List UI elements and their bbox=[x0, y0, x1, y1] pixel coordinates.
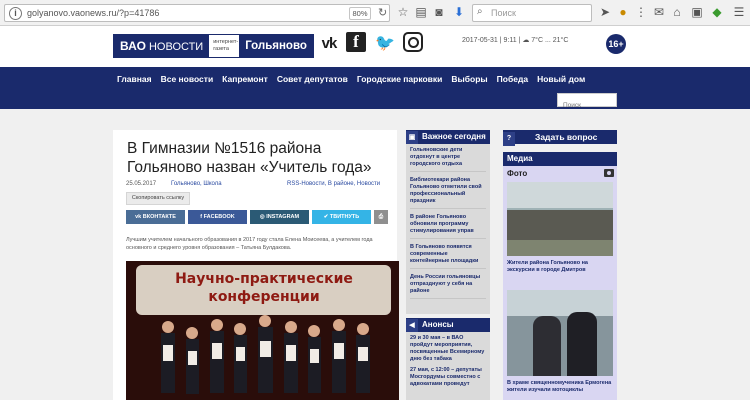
site-logo[interactable]: ВАО НОВОСТИ интернет-газета Гольяново bbox=[113, 34, 314, 58]
media-heading: Медиа bbox=[503, 152, 617, 166]
article-lead: Лучшим учителем начального образования в… bbox=[126, 237, 373, 251]
nav-item[interactable]: Капремонт bbox=[222, 74, 268, 84]
today-news-item[interactable]: Гольяновские дети отдохнут в центре горо… bbox=[410, 147, 486, 172]
browser-search-placeholder: Поиск bbox=[491, 8, 516, 18]
media-box: Фото Жители района Гольяново на экскурси… bbox=[503, 166, 617, 400]
vk-icon[interactable]: vk bbox=[317, 32, 341, 54]
pocket-icon[interactable]: ◙ bbox=[432, 5, 446, 19]
announcement-item[interactable]: 27 мая, с 12:00 – депутаты Мосгордумы со… bbox=[410, 367, 486, 388]
nav-item[interactable]: Выборы bbox=[451, 74, 487, 84]
article-title: В Гимназии №1516 района Гольяново назван… bbox=[127, 140, 372, 176]
today-news-item[interactable]: В Гольяново появятся современные контейн… bbox=[410, 244, 486, 269]
media-caption[interactable]: Жители района Гольяново на экскурсии в г… bbox=[507, 260, 613, 274]
nav-item[interactable]: Главная bbox=[117, 74, 152, 84]
today-news-item[interactable]: В районе Гольяново обновили программу ст… bbox=[410, 214, 486, 239]
zoom-level[interactable]: 80% bbox=[349, 7, 371, 20]
nav-item[interactable]: Победа bbox=[497, 74, 528, 84]
nav-item[interactable]: Городские парковки bbox=[357, 74, 443, 84]
lock-icon[interactable]: ▣ bbox=[690, 5, 704, 19]
addon-icon[interactable]: ◆ bbox=[710, 5, 724, 19]
vk-icon: vk bbox=[135, 214, 143, 220]
site-search[interactable] bbox=[557, 93, 617, 112]
article-photo[interactable]: Научно-практические конференции bbox=[126, 261, 399, 400]
share-vk-button[interactable]: vk ВКОНТАКТЕ bbox=[126, 210, 185, 224]
today-news-item[interactable]: Библиотекари района Гольяново отметили с… bbox=[410, 177, 486, 209]
article-tags[interactable]: Гольяново, Школа bbox=[171, 181, 222, 187]
announcements-list: 29 и 30 мая – в ВАО пройдут мероприятия,… bbox=[406, 332, 490, 400]
mail-icon[interactable]: ✉ bbox=[652, 5, 666, 19]
library-icon[interactable]: ▤ bbox=[414, 5, 428, 19]
share-instagram-button[interactable]: ◎ INSTAGRAM bbox=[250, 210, 309, 224]
info-icon: ▣ bbox=[406, 131, 418, 145]
print-button[interactable]: ⎙ bbox=[374, 210, 388, 224]
menu-dots-icon[interactable]: ⋮ bbox=[634, 5, 648, 19]
nav-list: Главная Все новости Капремонт Совет депутат… bbox=[117, 74, 585, 84]
media-caption[interactable]: В храме священномученика Ермогена жители… bbox=[507, 380, 613, 394]
weather-widget: 2017-05-31 | 9:11 | ☁ 7°C ... 21°C bbox=[462, 37, 569, 44]
address-bar[interactable]: i golyanovo.vaonews.ru/?p=41786 80% ↻ bbox=[4, 4, 390, 22]
send-icon[interactable]: ➤ bbox=[598, 5, 612, 19]
info-icon[interactable]: i bbox=[9, 7, 22, 20]
article-date: 25.05.2017 bbox=[126, 181, 157, 187]
instagram-icon[interactable] bbox=[403, 32, 423, 52]
browser-search-box[interactable]: ⌕ Поиск bbox=[472, 4, 592, 22]
media-thumbnail[interactable] bbox=[507, 290, 613, 376]
article: В Гимназии №1516 района Гольяново назван… bbox=[113, 130, 399, 400]
nav-item[interactable]: Новый дом bbox=[537, 74, 585, 84]
extension-icon[interactable]: ● bbox=[616, 5, 630, 19]
twitter-icon[interactable]: 🐦 bbox=[375, 32, 395, 54]
article-categories[interactable]: RSS-Новости, В районе, Новости bbox=[287, 181, 380, 187]
nav-item[interactable]: Все новости bbox=[161, 74, 214, 84]
hamburger-menu-icon[interactable]: ☰ bbox=[732, 5, 746, 19]
today-heading: ▣ Важное сегодня bbox=[406, 130, 490, 145]
copy-link-button[interactable]: Скопировать ссылку bbox=[126, 192, 190, 205]
facebook-icon[interactable]: f bbox=[346, 32, 366, 52]
logo-subtitle: интернет-газета bbox=[209, 35, 240, 57]
reload-icon[interactable]: ↻ bbox=[378, 6, 387, 19]
photo-people bbox=[161, 315, 370, 394]
home-icon[interactable]: ⌂ bbox=[670, 5, 684, 19]
camera-icon bbox=[604, 169, 614, 177]
logo-vao: ВАО НОВОСТИ bbox=[114, 35, 210, 57]
nav-item[interactable]: Совет депутатов bbox=[277, 74, 348, 84]
announcements-heading: ◀ Анонсы bbox=[406, 318, 490, 333]
share-twitter-button[interactable]: ✔ ТВИТНУТЬ bbox=[312, 210, 371, 224]
print-icon: ⎙ bbox=[378, 214, 384, 220]
search-icon: ⌕ bbox=[477, 6, 483, 17]
right-sidebar: ? Задать вопрос Медиа Фото Жители района … bbox=[503, 130, 617, 400]
logo-district: Гольяново bbox=[239, 35, 313, 57]
share-facebook-button[interactable]: f FACEBOOK bbox=[188, 210, 247, 224]
bookmark-star-icon[interactable]: ☆ bbox=[396, 5, 410, 19]
today-column: ▣ Важное сегодня Гольяновские дети отдохн… bbox=[406, 130, 490, 400]
photo-label[interactable]: Фото bbox=[507, 169, 527, 178]
ask-question-button[interactable]: ? Задать вопрос bbox=[503, 130, 617, 146]
question-icon: ? bbox=[503, 132, 515, 146]
speaker-icon: ◀ bbox=[406, 319, 418, 333]
media-thumbnail[interactable] bbox=[507, 182, 613, 256]
today-news-item[interactable]: День России гольяновцы отпразднуют у себ… bbox=[410, 274, 486, 299]
url-text[interactable]: golyanovo.vaonews.ru/?p=41786 bbox=[27, 8, 159, 18]
main-nav: Главная Все новости Капремонт Совет депутат… bbox=[0, 67, 750, 112]
announcement-item[interactable]: 29 и 30 мая – в ВАО пройдут мероприятия,… bbox=[410, 335, 486, 363]
browser-toolbar: i golyanovo.vaonews.ru/?p=41786 80% ↻ ☆ … bbox=[0, 0, 750, 26]
download-icon[interactable]: ⬇ bbox=[452, 5, 466, 19]
today-news-list: Гольяновские дети отдохнут в центре горо… bbox=[406, 144, 490, 314]
age-rating-badge: 16+ bbox=[606, 34, 626, 54]
